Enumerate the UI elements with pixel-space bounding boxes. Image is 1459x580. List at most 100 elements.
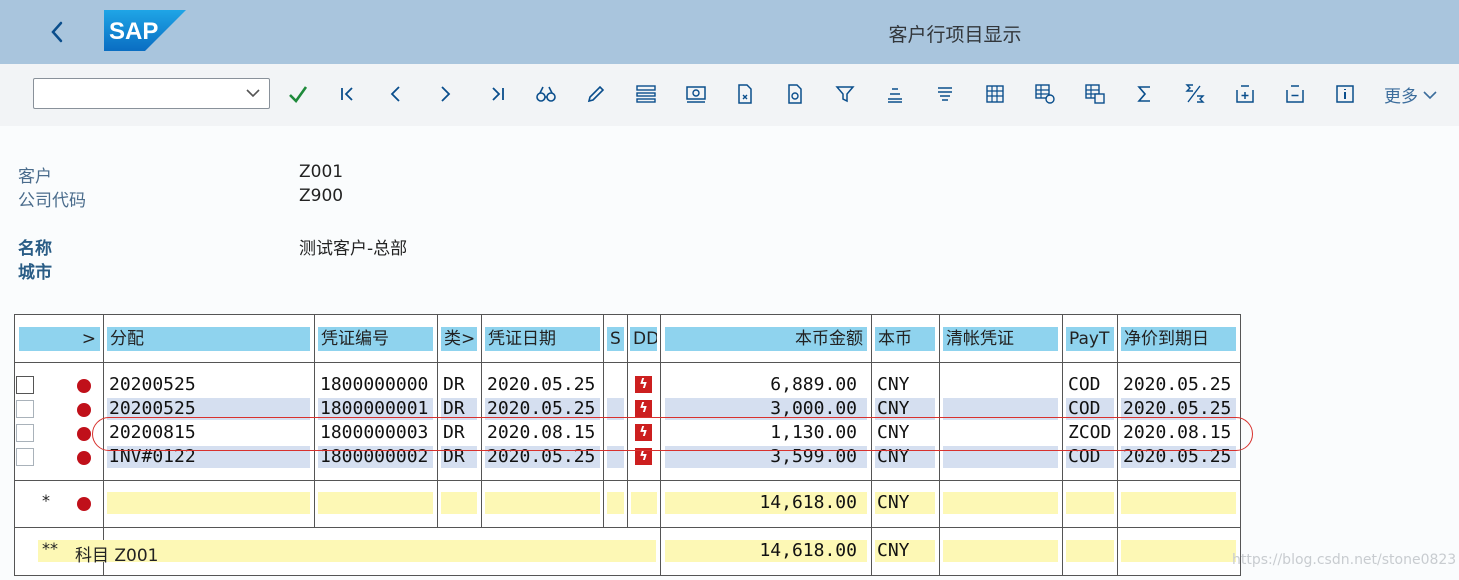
column-header-amount[interactable]: 本币金额: [665, 327, 867, 351]
more-button[interactable]: 更多: [1384, 82, 1438, 107]
previous-icon[interactable]: [383, 81, 409, 107]
column-header-type[interactable]: 类>: [441, 327, 477, 351]
expand-icon[interactable]: [1232, 81, 1258, 107]
cell-doc-no[interactable]: 1800000003: [320, 422, 434, 444]
cell-s: [607, 446, 624, 468]
table-icon[interactable]: [982, 81, 1008, 107]
first-page-icon[interactable]: [335, 81, 361, 107]
row-select-checkbox[interactable]: [16, 448, 34, 466]
cell-payt[interactable]: COD: [1066, 398, 1114, 420]
column-divider: [627, 314, 628, 527]
cell-doc-date[interactable]: 2020.08.15: [487, 422, 601, 444]
dunning-icon: ϟ: [635, 448, 652, 465]
info-icon[interactable]: [1332, 81, 1358, 107]
cell-clearing-doc[interactable]: [945, 374, 1057, 396]
cell-doc-date[interactable]: 2020.05.25: [485, 398, 600, 420]
table-settings-icon[interactable]: [1032, 81, 1058, 107]
cell-due-date[interactable]: 2020.05.25: [1121, 446, 1236, 468]
total-cell: [943, 492, 1058, 514]
cell-type[interactable]: DR: [443, 422, 477, 444]
filter-icon[interactable]: [832, 81, 858, 107]
subtotal-cell: [943, 540, 1058, 562]
column-header-dd[interactable]: DD: [630, 327, 657, 351]
row-select-checkbox[interactable]: [16, 424, 34, 442]
confirm-icon[interactable]: [285, 81, 311, 107]
company-code-label: 公司代码: [18, 191, 86, 211]
back-icon[interactable]: [44, 18, 72, 46]
cell-type[interactable]: DR: [441, 398, 477, 420]
column-divider: [1062, 314, 1063, 576]
cell-amount[interactable]: 3,000.00: [665, 398, 867, 420]
total-cell: [607, 492, 624, 514]
column-header-payt[interactable]: PayT: [1066, 327, 1114, 351]
name-label: 名称: [18, 239, 52, 259]
doc-export-icon[interactable]: [732, 81, 758, 107]
column-header-doc-date[interactable]: 凭证日期: [485, 327, 600, 351]
cell-due-date[interactable]: 2020.05.25: [1121, 398, 1236, 420]
column-header-due-date[interactable]: 净价到期日: [1121, 327, 1236, 351]
column-header-s[interactable]: S: [607, 327, 624, 351]
cell-doc-no[interactable]: 1800000001: [318, 398, 433, 420]
column-divider: [939, 314, 940, 576]
subtotal-marker: **: [42, 539, 58, 558]
cell-amount[interactable]: 1,130.00: [665, 422, 857, 444]
cell-currency[interactable]: CNY: [877, 422, 935, 444]
row-select-checkbox[interactable]: [16, 400, 34, 418]
row-select-checkbox[interactable]: [16, 376, 34, 394]
cell-due-date[interactable]: 2020.08.15: [1123, 422, 1237, 444]
cell-doc-date[interactable]: 2020.05.25: [485, 446, 600, 468]
cell-amount[interactable]: 3,599.00: [665, 446, 867, 468]
cell-doc-date[interactable]: 2020.05.25: [487, 374, 601, 396]
column-header-currency[interactable]: 本币: [875, 327, 935, 351]
cell-currency[interactable]: CNY: [875, 446, 935, 468]
subtotal-cell: [1121, 540, 1236, 562]
column-header-clearing-doc[interactable]: 清帐凭证: [943, 327, 1058, 351]
column-divider: [871, 314, 872, 576]
total-cell: [107, 492, 310, 514]
cell-doc-no[interactable]: 1800000002: [318, 446, 433, 468]
collapse-icon[interactable]: [1282, 81, 1308, 107]
cell-clearing-doc[interactable]: [943, 398, 1058, 420]
subtotal-currency[interactable]: CNY: [875, 540, 935, 562]
select-layout-icon[interactable]: [633, 81, 659, 107]
cell-assignment[interactable]: 20200525: [107, 398, 310, 420]
dunning-icon: ϟ: [635, 376, 652, 393]
total-cell: [631, 492, 657, 514]
cell-due-date[interactable]: 2020.05.25: [1123, 374, 1237, 396]
total-currency[interactable]: CNY: [875, 492, 935, 514]
cell-payt[interactable]: ZCOD: [1068, 422, 1114, 444]
column-divider: [437, 314, 438, 527]
sort-ascending-icon[interactable]: [882, 81, 908, 107]
doc-attach-icon[interactable]: [782, 81, 808, 107]
sum-icon[interactable]: [1132, 81, 1158, 107]
cell-type[interactable]: DR: [441, 446, 477, 468]
cell-assignment[interactable]: INV#0122: [107, 446, 310, 468]
cell-currency[interactable]: CNY: [877, 374, 935, 396]
column-header-expand[interactable]: >: [19, 327, 100, 351]
cell-clearing-doc[interactable]: [943, 446, 1058, 468]
column-header-doc-no[interactable]: 凭证编号: [318, 327, 433, 351]
shell-bar: SAP 客户行项目显示: [0, 0, 1459, 64]
cell-clearing-doc[interactable]: [945, 422, 1057, 444]
cell-currency[interactable]: CNY: [875, 398, 935, 420]
next-icon[interactable]: [432, 81, 458, 107]
payment-icon[interactable]: [683, 81, 709, 107]
cell-amount[interactable]: 6,889.00: [665, 374, 857, 396]
sort-descending-icon[interactable]: [932, 81, 958, 107]
cell-assignment[interactable]: 20200815: [109, 422, 309, 444]
cell-payt[interactable]: COD: [1066, 446, 1114, 468]
table-export-icon[interactable]: [1082, 81, 1108, 107]
cell-payt[interactable]: COD: [1068, 374, 1114, 396]
column-header-assignment[interactable]: 分配: [107, 327, 310, 351]
find-icon[interactable]: [533, 81, 559, 107]
layout-select[interactable]: [33, 78, 270, 109]
total-amount[interactable]: 14,618.00: [665, 492, 867, 514]
chevron-down-icon: [246, 89, 260, 98]
subtotal-icon[interactable]: [1182, 81, 1208, 107]
cell-assignment[interactable]: 20200525: [109, 374, 309, 396]
cell-type[interactable]: DR: [443, 374, 477, 396]
cell-doc-no[interactable]: 1800000000: [320, 374, 434, 396]
edit-icon[interactable]: [583, 81, 609, 107]
last-page-icon[interactable]: [484, 81, 510, 107]
subtotal-amount[interactable]: 14,618.00: [665, 540, 867, 562]
